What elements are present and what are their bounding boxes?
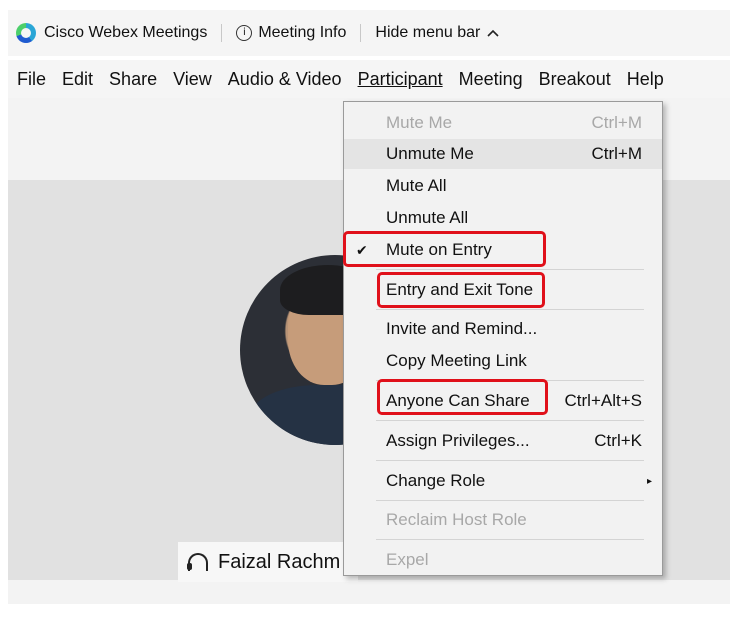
menu-item-assign-privileges[interactable]: Assign Privileges... Ctrl+K xyxy=(344,426,662,456)
menu-item-label: Assign Privileges... xyxy=(386,431,530,450)
app-name: Cisco Webex Meetings xyxy=(44,24,208,41)
menu-participant[interactable]: Participant xyxy=(358,69,443,90)
info-icon: i xyxy=(236,25,253,41)
divider xyxy=(360,24,362,42)
menu-item-expel[interactable]: Expel xyxy=(344,545,662,575)
menu-item-reclaim-host-role[interactable]: Reclaim Host Role xyxy=(344,505,662,535)
menu-item-unmute-all[interactable]: Unmute All xyxy=(344,203,662,233)
menu-divider xyxy=(376,309,644,310)
highlight-mute-on-entry xyxy=(343,231,546,267)
app-brand: Cisco Webex Meetings xyxy=(8,23,207,43)
menu-help[interactable]: Help xyxy=(627,69,664,90)
menu-item-mute-all[interactable]: Mute All xyxy=(344,171,662,201)
menu-edit[interactable]: Edit xyxy=(62,69,93,90)
participant-name: Faizal Rachm xyxy=(218,550,341,573)
meeting-info-label: Meeting Info xyxy=(258,24,347,41)
menu-item-label: Unmute Me xyxy=(386,144,474,163)
menu-item-copy-meeting-link[interactable]: Copy Meeting Link xyxy=(344,346,662,376)
highlight-entry-exit-tone xyxy=(377,272,545,308)
menu-item-shortcut: Ctrl+Alt+S xyxy=(564,391,642,410)
webex-logo-icon xyxy=(16,23,36,43)
menu-audio-video[interactable]: Audio & Video xyxy=(228,69,342,90)
headset-icon xyxy=(187,553,208,571)
menu-item-label: Expel xyxy=(386,550,429,569)
chevron-up-icon xyxy=(487,29,499,37)
menu-divider xyxy=(376,500,644,501)
webex-top-bar: Cisco Webex Meetings i Meeting Info Hide… xyxy=(8,10,730,56)
participant-menu: Mute Me Ctrl+M Unmute Me Ctrl+M Mute All… xyxy=(343,101,663,576)
menu-item-label: Unmute All xyxy=(386,208,469,227)
bottom-bar xyxy=(8,580,730,604)
menu-item-shortcut: Ctrl+K xyxy=(594,431,642,450)
menu-divider xyxy=(376,420,644,421)
menu-divider xyxy=(376,269,644,270)
menu-divider xyxy=(376,460,644,461)
menu-item-label: Change Role xyxy=(386,471,486,490)
menu-file[interactable]: File xyxy=(17,69,46,90)
hide-menu-bar-label: Hide menu bar xyxy=(375,24,481,41)
menu-item-invite-remind[interactable]: Invite and Remind... xyxy=(344,314,662,344)
menu-item-unmute-me[interactable]: Unmute Me Ctrl+M xyxy=(344,139,662,169)
menu-item-label: Reclaim Host Role xyxy=(386,510,527,529)
meeting-info-button[interactable]: i Meeting Info xyxy=(236,24,346,42)
highlight-anyone-can-share xyxy=(377,379,548,415)
menu-item-mute-me[interactable]: Mute Me Ctrl+M xyxy=(344,108,662,138)
menu-bar: File Edit Share View Audio & Video Parti… xyxy=(8,60,730,98)
divider xyxy=(221,24,223,42)
menu-item-label: Invite and Remind... xyxy=(386,319,538,338)
submenu-arrow-icon: ▸ xyxy=(646,475,652,487)
menu-share[interactable]: Share xyxy=(109,69,157,90)
menu-item-label: Mute Me xyxy=(386,113,453,132)
menu-meeting[interactable]: Meeting xyxy=(459,69,523,90)
participant-name-tag: Faizal Rachm xyxy=(178,542,358,582)
menu-breakout[interactable]: Breakout xyxy=(539,69,611,90)
menu-item-label: Mute All xyxy=(386,176,447,195)
menu-item-change-role[interactable]: Change Role ▸ xyxy=(344,466,662,496)
menu-view[interactable]: View xyxy=(173,69,212,90)
menu-item-shortcut: Ctrl+M xyxy=(591,144,642,163)
menu-divider xyxy=(376,539,644,540)
hide-menu-bar-button[interactable]: Hide menu bar xyxy=(375,24,500,42)
menu-item-label: Copy Meeting Link xyxy=(386,351,527,370)
menu-item-shortcut: Ctrl+M xyxy=(591,113,642,132)
